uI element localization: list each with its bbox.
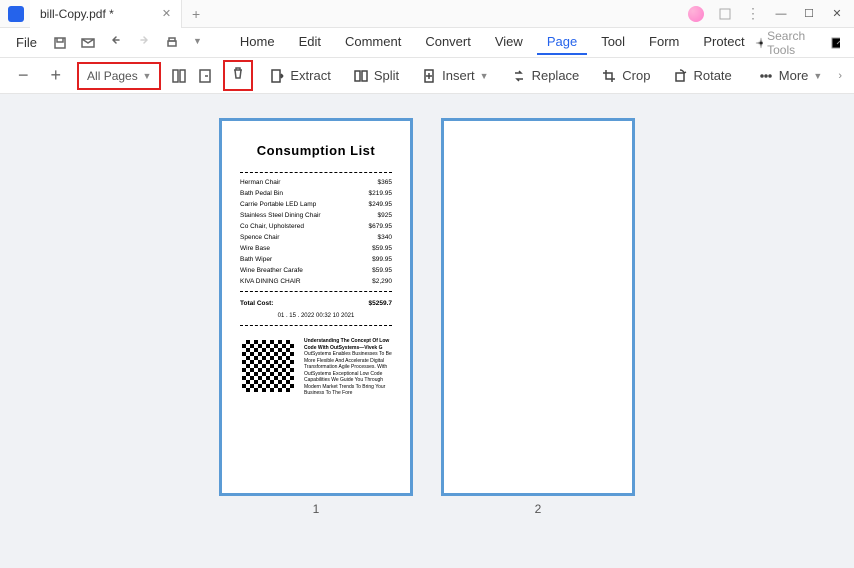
account-avatar[interactable]	[688, 6, 704, 22]
page-thumbnail-1[interactable]: Consumption List Herman Chair$365Bath Pe…	[219, 118, 413, 496]
menu-edit[interactable]: Edit	[289, 30, 331, 55]
menu-tool[interactable]: Tool	[591, 30, 635, 55]
line-item: Bath Wiper$99.95	[240, 254, 392, 265]
line-item: KIVA DINING CHAIR$2,290	[240, 276, 392, 287]
more-icon	[758, 68, 774, 84]
menu-convert[interactable]: Convert	[415, 30, 481, 55]
chevron-down-icon: ▼	[813, 71, 822, 81]
split-icon	[353, 68, 369, 84]
page-layout-1-icon[interactable]	[171, 68, 187, 84]
rotate-button[interactable]: Rotate	[666, 64, 737, 88]
share-icon[interactable]	[830, 36, 840, 50]
replace-icon	[511, 68, 527, 84]
footer-title: Understanding The Concept Of Low Code Wi…	[304, 338, 392, 351]
new-tab-button[interactable]: +	[182, 6, 210, 22]
replace-button[interactable]: Replace	[505, 64, 586, 88]
document-tab[interactable]: bill-Copy.pdf * ✕	[30, 0, 182, 28]
total-value: $5259.7	[369, 300, 393, 307]
chevron-down-icon: ▼	[480, 71, 489, 81]
page-layout-2-icon[interactable]	[197, 68, 213, 84]
total-label: Total Cost:	[240, 300, 273, 307]
crop-button[interactable]: Crop	[595, 64, 656, 88]
page-canvas: Consumption List Herman Chair$365Bath Pe…	[0, 94, 854, 540]
print-icon[interactable]	[165, 36, 179, 50]
extract-icon	[269, 68, 285, 84]
line-item: Co Chair, Upholstered$679.95	[240, 221, 392, 232]
close-window-button[interactable]: ✕	[830, 7, 844, 21]
line-item: Stainless Steel Dining Chair$925	[240, 210, 392, 221]
sparkle-icon	[755, 37, 764, 49]
line-item: Carrie Portable LED Lamp$249.95	[240, 199, 392, 210]
tab-title: bill-Copy.pdf *	[40, 7, 114, 21]
page-thumbnail-2[interactable]	[441, 118, 635, 496]
save-icon[interactable]	[53, 36, 67, 50]
page-number-2: 2	[535, 502, 542, 516]
doc-title: Consumption List	[240, 143, 392, 158]
line-item: Wire Base$59.95	[240, 243, 392, 254]
more-button[interactable]: More ▼	[752, 64, 829, 88]
footer-body: OutSystems Enables Businesses To Be More…	[304, 351, 392, 397]
extract-button[interactable]: Extract	[263, 64, 336, 88]
redo-icon[interactable]	[137, 36, 151, 50]
crop-icon	[601, 68, 617, 84]
close-tab-icon[interactable]: ✕	[162, 7, 171, 20]
split-button[interactable]: Split	[347, 64, 405, 88]
divider	[240, 325, 392, 326]
menu-home[interactable]: Home	[230, 30, 285, 55]
page-number-1: 1	[313, 502, 320, 516]
notification-icon[interactable]	[718, 7, 732, 21]
chevron-down-icon: ▼	[142, 71, 151, 81]
trash-icon	[230, 65, 246, 81]
search-tools[interactable]: Search Tools	[755, 29, 817, 57]
menu-comment[interactable]: Comment	[335, 30, 411, 55]
menu-page[interactable]: Page	[537, 30, 587, 55]
delete-page-button[interactable]	[223, 60, 253, 91]
mail-icon[interactable]	[81, 36, 95, 50]
minimize-button[interactable]: —	[774, 7, 788, 21]
line-item: Spence Chair$340	[240, 232, 392, 243]
app-icon	[8, 6, 24, 22]
line-item: Bath Pedal Bin$219.95	[240, 188, 392, 199]
menu-protect[interactable]: Protect	[693, 30, 754, 55]
file-menu[interactable]: File	[8, 35, 45, 50]
menu-form[interactable]: Form	[639, 30, 689, 55]
line-item: Herman Chair$365	[240, 177, 392, 188]
rotate-icon	[672, 68, 688, 84]
kebab-menu-icon[interactable]: ⋮	[746, 5, 760, 22]
divider	[240, 172, 392, 173]
insert-button[interactable]: Insert ▼	[415, 64, 494, 88]
page-range-dropdown[interactable]: All Pages ▼	[77, 62, 161, 90]
doc-timestamp: 01 . 15 . 2022 00:32 10 2021	[240, 313, 392, 319]
line-item: Wine Breather Carafe$59.95	[240, 265, 392, 276]
toolbar-overflow-icon[interactable]: ›	[838, 70, 842, 82]
divider	[240, 291, 392, 292]
undo-icon[interactable]	[109, 36, 123, 50]
qr-code	[240, 338, 296, 394]
menu-view[interactable]: View	[485, 30, 533, 55]
maximize-button[interactable]: ☐	[802, 7, 816, 21]
print-dropdown-icon[interactable]: ▼	[193, 36, 202, 50]
insert-icon	[421, 68, 437, 84]
zoom-in-button[interactable]: +	[45, 65, 68, 86]
zoom-out-button[interactable]: −	[12, 65, 35, 86]
